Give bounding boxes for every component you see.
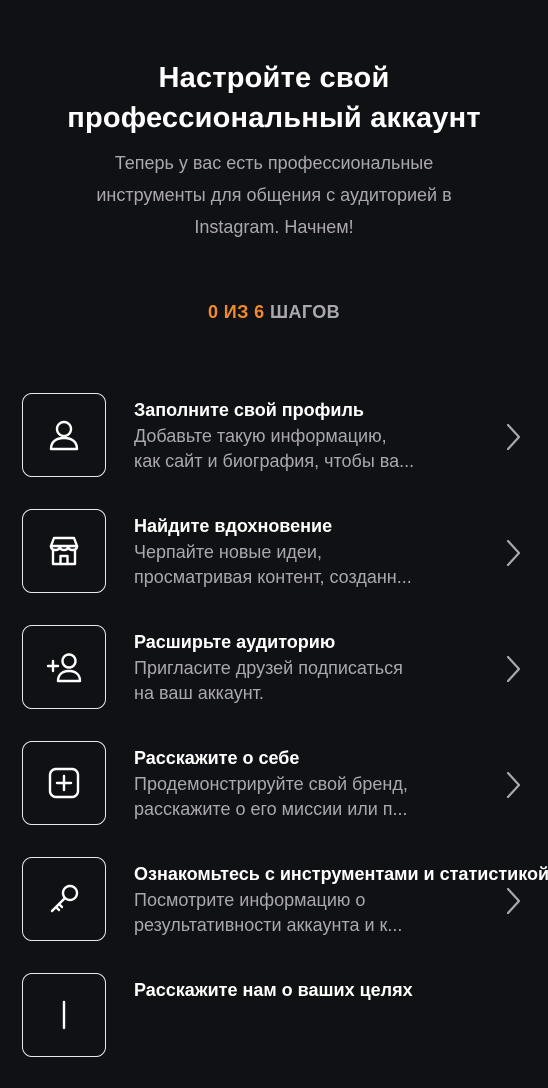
title-line-1: Настройте свой [158, 62, 390, 94]
step-description-line-1: Черпайте новые идеи, [134, 542, 322, 562]
step-find-inspiration[interactable]: Найдите вдохновение Черпайте новые идеи,… [0, 508, 548, 624]
step-title: Заполните свой профиль [134, 400, 364, 420]
step-description-line-2: расскажите о его миссии или п... [134, 799, 408, 819]
step-icon-box [22, 973, 106, 1057]
step-share-goals[interactable]: Расскажите нам о ваших целях [0, 972, 548, 1088]
setup-steps-list: Заполните свой профиль Добавьте такую ин… [0, 392, 548, 1088]
chevron-right-icon [506, 539, 521, 567]
subtitle-line-2: инструменты для общения с аудиторией в [96, 185, 452, 205]
step-title: Расширьте аудиторию [134, 632, 336, 652]
plus-square-icon [48, 767, 80, 799]
add-person-icon [46, 653, 82, 683]
chevron-right-icon [506, 771, 521, 799]
page-title: Настройте свой профессиональный аккаунт [34, 58, 514, 138]
step-description-line-2: результативности аккаунта и к... [134, 915, 403, 935]
setup-header: Настройте свой профессиональный аккаунт … [0, 58, 548, 243]
step-description: Добавьте такую информацию, как сайт и би… [134, 424, 474, 474]
progress-indicator: 0 ИЗ 6 ШАГОВ [0, 302, 548, 323]
step-title: Расскажите нам о ваших целях [134, 980, 413, 1000]
step-explore-tools[interactable]: Ознакомьтесь с инструментами и статистик… [0, 856, 548, 972]
subtitle-line-3: Instagram. Начнем! [194, 217, 354, 237]
step-icon-box [22, 393, 106, 477]
page-subtitle: Теперь у вас есть профессиональные инстр… [39, 147, 509, 243]
step-description-line-1: Пригласите друзей подписаться [134, 658, 403, 678]
subtitle-line-1: Теперь у вас есть профессиональные [114, 153, 434, 173]
step-title: Найдите вдохновение [134, 516, 333, 536]
person-icon [49, 420, 79, 451]
step-description: Продемонстрируйте свой бренд, расскажите… [134, 772, 474, 822]
step-description-line-1: Посмотрите информацию о [134, 890, 366, 910]
chevron-right-icon [506, 887, 521, 915]
step-complete-profile[interactable]: Заполните свой профиль Добавьте такую ин… [0, 392, 548, 508]
step-title: Расскажите о себе [134, 748, 300, 768]
step-title: Ознакомьтесь с инструментами и статистик… [134, 864, 548, 884]
shop-icon [49, 536, 79, 566]
step-tell-about-yourself[interactable]: Расскажите о себе Продемонстрируйте свой… [0, 740, 548, 856]
step-description: Черпайте новые идеи, просматривая контен… [134, 540, 474, 590]
step-icon-box [22, 625, 106, 709]
chevron-right-icon [506, 655, 521, 683]
step-description-line-2: просматривая контент, созданн... [134, 567, 412, 587]
step-description-line-1: Продемонстрируйте свой бренд, [134, 774, 408, 794]
step-grow-audience[interactable]: Расширьте аудиторию Пригласите друзей по… [0, 624, 548, 740]
step-description-line-1: Добавьте такую информацию, [134, 426, 387, 446]
step-icon-box [22, 857, 106, 941]
step-description-line-2: как сайт и биография, чтобы ва... [134, 451, 415, 471]
step-description-line-2: на ваш аккаунт. [134, 683, 264, 703]
step-description: Посмотрите информацию о результативности… [134, 888, 474, 938]
target-icon [62, 1000, 66, 1030]
step-icon-box [22, 741, 106, 825]
progress-count: 0 ИЗ 6 [207, 302, 265, 322]
progress-label: ШАГОВ [269, 302, 341, 322]
key-icon [50, 884, 79, 913]
title-line-2: профессиональный аккаунт [67, 102, 481, 134]
step-icon-box [22, 509, 106, 593]
step-description: Пригласите друзей подписаться на ваш акк… [134, 656, 474, 706]
chevron-right-icon [506, 423, 521, 451]
